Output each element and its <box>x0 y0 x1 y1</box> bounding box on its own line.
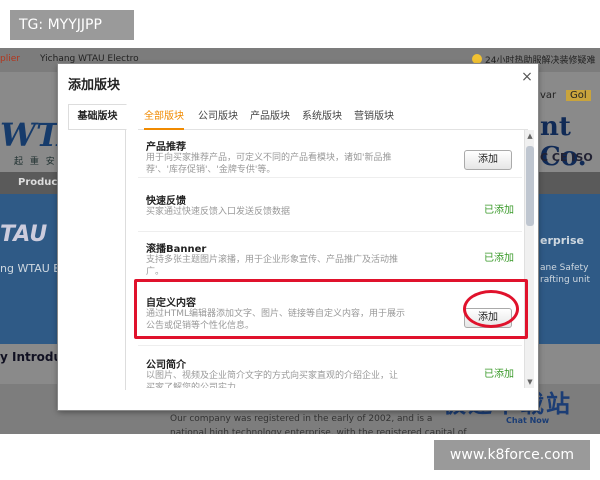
tab-all[interactable]: 全部版块 <box>144 104 184 130</box>
tab-system[interactable]: 系统版块 <box>302 104 342 130</box>
category-tabs: 全部版块 公司版块 产品版块 系统版块 营销版块 <box>138 104 528 130</box>
banner-right-sub: ane Safety rafting unit <box>540 263 590 285</box>
tab-marketing[interactable]: 营销版块 <box>354 104 394 130</box>
list-item: 产品推荐 用于向买家推荐产品，可定义不同的产品看模块，诸如'新品推荐'、'库存促… <box>138 130 522 178</box>
item-title: 快速反馈 <box>146 196 186 207</box>
badge-gold: Gol <box>566 90 591 101</box>
list-item: 快速反馈 买家通过快速反馈入口发送反馈数据 已添加 <box>138 184 522 232</box>
scroll-thumb[interactable] <box>526 146 534 226</box>
block-list: 产品推荐 用于向买家推荐产品，可定义不同的产品看模块，诸如'新品推荐'、'库存促… <box>138 130 522 388</box>
scrollbar[interactable]: ▲ ▼ <box>524 130 534 388</box>
watermark-bottom: www.k8force.com <box>434 440 590 470</box>
page: plier Yichang WTAU Electro 24小时热助服解决装修疑难… <box>0 0 600 480</box>
item-desc: 支持多张主题图片滚播，用于企业形象宣传、产品推广及活动推广。 <box>146 255 399 277</box>
item-title: 公司简介 <box>146 360 186 371</box>
added-status: 已添加 <box>484 369 514 380</box>
tab-product[interactable]: 产品版块 <box>250 104 290 130</box>
badge-var: var <box>540 90 557 101</box>
site-logo-sub: 起 重 安 <box>14 157 57 167</box>
topbar-left-text: plier <box>0 54 20 64</box>
tab-company[interactable]: 公司版块 <box>198 104 238 130</box>
highlight-circle <box>463 290 519 328</box>
add-block-dialog: 添加版块 × 基础版块 全部版块 公司版块 产品版块 系统版块 营销版块 产品推… <box>58 64 538 410</box>
add-button[interactable]: 添加 <box>464 150 512 170</box>
cert-icons: C CE ISO <box>540 151 593 164</box>
chat-now-button[interactable]: Chat Now <box>506 416 549 425</box>
item-desc: 买家通过快速反馈入口发送反馈数据 <box>146 207 291 217</box>
side-tabs: 基础版块 <box>68 104 127 390</box>
side-tab-basic[interactable]: 基础版块 <box>68 104 127 130</box>
topbar-company: Yichang WTAU Electro <box>40 54 139 64</box>
nav-item-products[interactable]: Product <box>18 177 62 188</box>
scroll-up-icon[interactable]: ▲ <box>526 132 534 140</box>
item-title: 产品推荐 <box>146 142 186 153</box>
scroll-down-icon[interactable]: ▼ <box>526 378 534 386</box>
watermark-top: TG: MYYJJPP <box>10 10 134 40</box>
added-status: 已添加 <box>484 253 514 264</box>
company-intro-text: Our company was registered in the early … <box>170 414 467 434</box>
list-item: 滚播Banner 支持多张主题图片滚播，用于企业形象宣传、产品推广及活动推广。 … <box>138 232 522 280</box>
list-item: 公司简介 以图片、视频及企业简介文字的方式向买家直观的介绍企业，让买家了解您的公… <box>138 348 522 388</box>
service-icon <box>472 54 482 64</box>
banner-subtitle: ng WTAU E <box>0 262 61 275</box>
item-title: 滚播Banner <box>146 244 207 255</box>
close-icon[interactable]: × <box>520 70 534 84</box>
item-desc: 用于向买家推荐产品，可定义不同的产品看模块，诸如'新品推荐'、'库存促销'、'金… <box>146 153 392 175</box>
banner-logo: TAU <box>0 222 48 247</box>
banner-right-title: erprise <box>540 234 584 247</box>
added-status: 已添加 <box>484 205 514 216</box>
dialog-title: 添加版块 <box>68 78 121 93</box>
item-desc: 以图片、视频及企业简介文字的方式向买家直观的介绍企业，让买家了解您的公司实力。 <box>146 371 399 388</box>
